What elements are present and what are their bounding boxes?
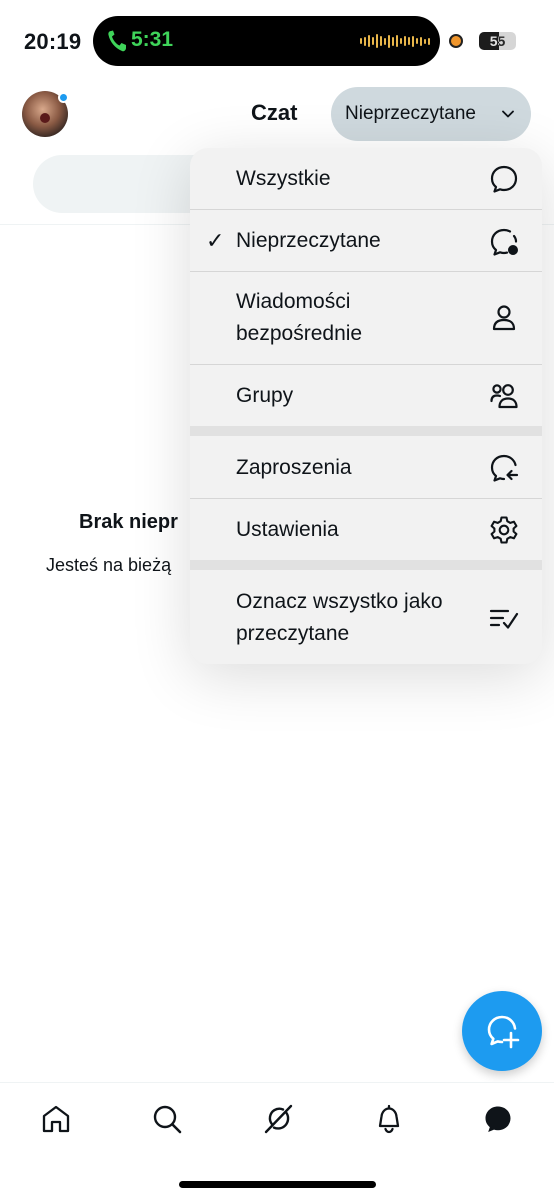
menu-item-label: Wszystkie — [236, 167, 331, 190]
menu-item-label-line2: bezpośrednie — [236, 322, 363, 345]
avatar[interactable] — [22, 91, 69, 137]
empty-state-subtitle: Jesteś na bieżą — [46, 555, 172, 575]
home-icon[interactable] — [40, 1103, 72, 1135]
gear-icon — [490, 516, 518, 544]
new-chat-button[interactable] — [462, 991, 542, 1071]
phone-icon — [108, 30, 126, 52]
filter-menu: Wszystkie ✓ Nieprzeczytane Wiadomości be… — [190, 148, 542, 664]
menu-item-invitations[interactable]: Zaproszenia — [190, 437, 542, 498]
status-bar: 20:19 5:31 55 — [0, 0, 554, 80]
notification-dot — [58, 92, 69, 103]
menu-section-gap — [190, 426, 542, 436]
battery-icon: 55 — [479, 32, 516, 50]
chat-bubble-icon — [490, 165, 518, 193]
chevron-down-icon — [502, 110, 514, 118]
status-time: 20:19 — [24, 29, 82, 54]
menu-section-gap — [190, 560, 542, 570]
grok-icon[interactable] — [262, 1103, 294, 1135]
page-title: Czat — [251, 100, 298, 125]
dynamic-island[interactable]: 5:31 — [93, 16, 440, 66]
chat-bubble-arrow-icon — [490, 454, 519, 482]
menu-item-label: Zaproszenia — [236, 456, 352, 479]
chat-icon[interactable] — [482, 1103, 514, 1135]
chat-bubble-unread-icon — [490, 228, 518, 256]
menu-item-label-line1: Oznacz wszystko jako — [236, 590, 443, 613]
menu-item-label: Nieprzeczytane — [236, 229, 381, 252]
bell-icon[interactable] — [373, 1103, 405, 1135]
menu-item-groups[interactable]: Grupy — [190, 365, 542, 426]
filter-label: Nieprzeczytane — [345, 103, 476, 124]
menu-item-all[interactable]: Wszystkie — [190, 148, 542, 209]
menu-item-label-line1: Wiadomości — [236, 290, 351, 313]
menu-item-direct-messages[interactable]: Wiadomości bezpośrednie — [190, 272, 542, 364]
person-icon — [492, 305, 516, 331]
battery-level: 55 — [489, 33, 506, 49]
menu-item-settings[interactable]: Ustawienia — [190, 499, 542, 560]
mark-read-icon — [489, 609, 519, 629]
audio-wave-icon — [360, 31, 430, 51]
people-icon — [490, 384, 518, 409]
empty-state-title: Brak niepr — [79, 511, 178, 533]
menu-item-label-line2: przeczytane — [236, 622, 350, 645]
menu-item-label: Ustawienia — [236, 518, 339, 541]
filter-dropdown-button[interactable]: Nieprzeczytane — [331, 87, 531, 141]
new-chat-icon — [487, 1015, 520, 1049]
check-icon: ✓ — [206, 228, 225, 253]
menu-item-mark-all-read[interactable]: Oznacz wszystko jako przeczytane — [190, 570, 542, 664]
home-indicator — [179, 1181, 376, 1188]
search-icon[interactable] — [151, 1103, 183, 1135]
recording-indicator-icon — [449, 34, 463, 48]
avatar-mouth — [40, 113, 50, 123]
menu-item-label: Grupy — [236, 384, 294, 407]
menu-item-unread[interactable]: ✓ Nieprzeczytane — [190, 210, 542, 271]
call-duration: 5:31 — [131, 28, 174, 51]
